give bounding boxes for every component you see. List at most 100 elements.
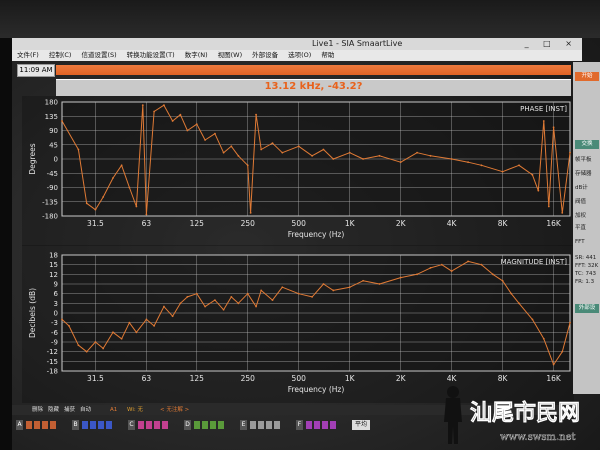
trace-point — [281, 286, 284, 289]
x-tick-label: 250 — [241, 374, 256, 383]
trace-swatch[interactable] — [210, 421, 216, 429]
y-tick-label: 135 — [45, 113, 58, 121]
y-tick-label: 9 — [54, 281, 58, 289]
swap-button[interactable]: 交换 — [575, 140, 599, 149]
capture-button[interactable]: 捕获 — [64, 405, 75, 415]
trace-swatch[interactable] — [322, 421, 328, 429]
trace-point — [85, 350, 88, 353]
trace-swatch[interactable] — [26, 421, 32, 429]
y-tick-label: -3 — [51, 319, 58, 327]
menu-item-2[interactable]: 信道设置(S) — [81, 51, 116, 59]
y-axis-label: Decibels (dB) — [28, 288, 37, 338]
trace-swatch[interactable] — [330, 421, 336, 429]
trace-point — [467, 161, 469, 164]
plot-tag: MAGNITUDE [INST] — [501, 258, 568, 266]
trace-point — [501, 170, 504, 173]
plot-tag: PHASE [INST] — [520, 105, 567, 113]
trace-point — [186, 129, 189, 132]
y-tick-label: 90 — [49, 127, 58, 135]
trace-swatch[interactable] — [138, 421, 144, 429]
trace-point — [230, 295, 233, 298]
auto-button[interactable]: 自动 — [80, 405, 91, 415]
trace-point — [501, 279, 504, 282]
trace-swatch[interactable] — [154, 421, 160, 429]
trace-point — [77, 148, 80, 151]
menu-item-6[interactable]: 外部设备 — [252, 51, 278, 59]
x-tick-label: 4K — [447, 219, 458, 228]
trace-point — [450, 270, 453, 273]
trace-point — [518, 302, 520, 305]
x-tick-label: 125 — [190, 219, 205, 228]
trace-swatch[interactable] — [82, 421, 88, 429]
y-tick-label: -90 — [47, 184, 58, 192]
menu-item-4[interactable]: 数字(N) — [185, 51, 208, 59]
y-tick-label: 45 — [49, 141, 58, 149]
trace-swatch[interactable] — [106, 421, 112, 429]
trace-point — [94, 341, 97, 343]
trace-swatch[interactable] — [98, 421, 104, 429]
window-title: Live1 - SIA SmaartLive — [312, 39, 403, 48]
x-tick-label: 250 — [241, 219, 256, 228]
hide-button[interactable]: 隐藏 — [48, 405, 59, 415]
watermark-text: 汕尾市民网 — [470, 400, 580, 426]
menu-item-1[interactable]: 控制(C) — [49, 51, 72, 59]
trace-point — [128, 186, 131, 189]
trace-point — [195, 123, 198, 126]
trace-point — [518, 164, 520, 167]
frame-label: 帧平板 — [575, 157, 592, 163]
menu-item-3[interactable]: 转换功能设置(T) — [127, 51, 175, 59]
x-axis-label: Frequency (Hz) — [288, 230, 345, 239]
trace-swatch[interactable] — [274, 421, 280, 429]
analyzer-info-line: FR: 1.3 — [575, 279, 595, 285]
trace-point — [222, 308, 225, 311]
trace-point — [260, 148, 263, 151]
trace-swatch[interactable] — [202, 421, 208, 429]
trace-swatch[interactable] — [266, 421, 272, 429]
trace-group-a-label: A — [16, 420, 23, 430]
external-device-button[interactable]: 外部设 — [575, 304, 599, 313]
average-button[interactable]: 平均 — [352, 420, 371, 430]
trace-swatch[interactable] — [42, 421, 48, 429]
menu-item-5[interactable]: 视图(W) — [218, 51, 243, 59]
trace-swatch[interactable] — [218, 421, 224, 429]
trace-point — [561, 350, 564, 353]
trace-point — [246, 164, 249, 167]
fft-label: FFT — [575, 239, 585, 245]
phase-plot[interactable]: 180 135 90 45 0 -45 -90 -135 -180 31.5 63 125 250 500… — [22, 96, 574, 246]
start-button[interactable]: 开始 — [575, 72, 599, 81]
trace-swatch[interactable] — [50, 421, 56, 429]
trace-swatch[interactable] — [146, 421, 152, 429]
x-axis-label: Frequency (Hz) — [288, 385, 345, 394]
trace-point — [102, 196, 105, 198]
trace-swatch[interactable] — [194, 421, 200, 429]
trace-swatch[interactable] — [250, 421, 256, 429]
trace-point — [195, 292, 198, 295]
trace-point — [153, 324, 156, 327]
trace-swatch[interactable] — [306, 421, 312, 429]
trace-group-e-label: E — [240, 420, 247, 430]
window-controls[interactable]: _ □ × — [525, 38, 578, 50]
trace-point — [332, 158, 335, 160]
trace-point — [510, 292, 513, 295]
trace-point — [120, 164, 123, 167]
trace-point — [378, 154, 381, 157]
delete-button[interactable]: 删除 — [32, 405, 43, 415]
analyzer-info-line: SR: 441 — [575, 255, 597, 261]
trace-swatch[interactable] — [34, 421, 40, 429]
trace-swatch[interactable] — [90, 421, 96, 429]
menu-item-8[interactable]: 帮助 — [321, 51, 334, 59]
trace-group-b-label: B — [72, 420, 79, 430]
trace-point — [569, 151, 571, 154]
trace-point — [348, 286, 351, 289]
trace-swatch[interactable] — [162, 421, 168, 429]
trace-point — [61, 318, 63, 321]
trace-point — [94, 208, 97, 211]
trace-swatch[interactable] — [258, 421, 264, 429]
trace-point — [230, 145, 233, 148]
trace-swatch[interactable] — [314, 421, 320, 429]
menu-item-7[interactable]: 选项(O) — [288, 51, 311, 59]
menu-item-0[interactable]: 文件(F) — [17, 51, 39, 59]
trace-point — [552, 126, 555, 129]
trace-point — [135, 205, 138, 208]
x-tick-label: 31.5 — [87, 374, 104, 383]
